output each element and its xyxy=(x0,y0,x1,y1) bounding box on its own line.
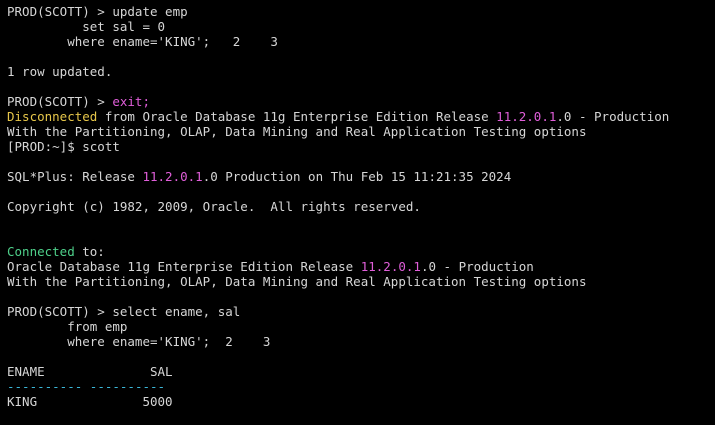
terminal-text: where ename='KING'; 2 3 xyxy=(7,34,278,49)
terminal-text: [PROD:~]$ scott xyxy=(7,139,120,154)
terminal-text: to: xyxy=(74,244,105,259)
terminal-text: 1 row updated. xyxy=(7,64,113,79)
terminal-text: .0 - Production xyxy=(420,259,534,274)
terminal-text-magenta: 11.2.0.1 xyxy=(496,109,557,124)
terminal-text: PROD(SCOTT) > select ename, sal xyxy=(7,304,241,319)
terminal-text-green: Connected xyxy=(7,244,75,259)
terminal-text-cyan: ---------- xyxy=(89,379,166,394)
terminal-text: set sal = 0 xyxy=(7,19,166,34)
terminal-line: With the Partitioning, OLAP, Data Mining… xyxy=(7,124,715,139)
terminal-line: KING 5000 xyxy=(7,394,715,409)
terminal-text: from Oracle Database 11g Enterprise Edit… xyxy=(97,109,497,124)
terminal-text: PROD(SCOTT) > update emp xyxy=(7,4,188,19)
terminal-text-yellow: Disconnected xyxy=(7,109,98,124)
terminal-text: where ename='KING'; 2 3 xyxy=(7,334,271,349)
terminal-line: Oracle Database 11g Enterprise Edition R… xyxy=(7,259,715,274)
terminal-line: SQL*Plus: Release 11.2.0.1.0 Production … xyxy=(7,169,715,184)
terminal-text: With the Partitioning, OLAP, Data Mining… xyxy=(7,124,587,139)
terminal-line: PROD(SCOTT) > select ename, sal xyxy=(7,304,715,319)
terminal-line: PROD(SCOTT) > update emp xyxy=(7,4,715,19)
terminal-text-magenta: 11.2.0.1 xyxy=(360,259,421,274)
terminal-line: where ename='KING'; 2 3 xyxy=(7,34,715,49)
terminal-line: [PROD:~]$ scott xyxy=(7,139,715,154)
terminal-line: Copyright (c) 1982, 2009, Oracle. All ri… xyxy=(7,199,715,214)
terminal-text: from emp xyxy=(7,319,128,334)
terminal-text: Copyright (c) 1982, 2009, Oracle. All ri… xyxy=(7,199,421,214)
terminal-text: SQL*Plus: Release xyxy=(7,169,143,184)
terminal-line: Disconnected from Oracle Database 11g En… xyxy=(7,109,715,124)
terminal-window[interactable]: PROD(SCOTT) > update emp set sal = 0 whe… xyxy=(0,0,715,425)
terminal-text: ENAME SAL xyxy=(7,364,173,379)
terminal-text: With the Partitioning, OLAP, Data Mining… xyxy=(7,274,587,289)
terminal-line: ---------- ---------- xyxy=(7,379,715,394)
terminal-text: .0 - Production xyxy=(556,109,670,124)
terminal-text: .0 Production on Thu Feb 15 11:21:35 202… xyxy=(202,169,512,184)
terminal-line: 1 row updated. xyxy=(7,64,715,79)
terminal-line: where ename='KING'; 2 3 xyxy=(7,334,715,349)
terminal-line: set sal = 0 xyxy=(7,19,715,34)
terminal-text: KING 5000 xyxy=(7,394,173,409)
terminal-text-magenta: 11.2.0.1 xyxy=(142,169,203,184)
terminal-line: from emp xyxy=(7,319,715,334)
terminal-line: With the Partitioning, OLAP, Data Mining… xyxy=(7,274,715,289)
terminal-line: PROD(SCOTT) > exit; xyxy=(7,94,715,109)
terminal-line: Connected to: xyxy=(7,244,715,259)
terminal-line: ENAME SAL xyxy=(7,364,715,379)
terminal-text: PROD(SCOTT) > xyxy=(7,94,113,109)
terminal-text-magenta: exit; xyxy=(112,94,150,109)
terminal-text-cyan: ---------- xyxy=(7,379,83,394)
terminal-text: Oracle Database 11g Enterprise Edition R… xyxy=(7,259,361,274)
